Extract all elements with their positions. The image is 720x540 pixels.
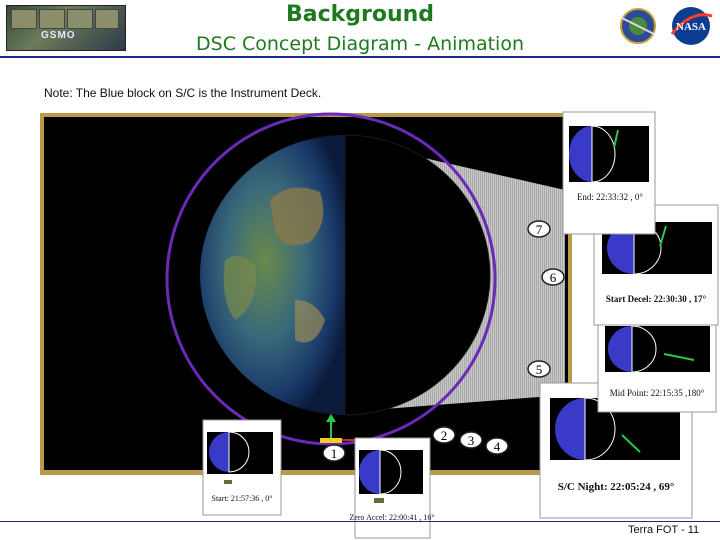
marker-label: 7 — [536, 222, 543, 237]
marker-label: 5 — [536, 362, 543, 377]
marker-label: 3 — [468, 433, 475, 448]
inset-label: Start Decel: 22:30:30 , 17° — [606, 294, 707, 304]
spacecraft-icon — [224, 480, 232, 484]
inset-label: Start: 21:57:36 , 0° — [212, 494, 273, 503]
inset-label: End: 22:33:32 , 0° — [577, 192, 643, 202]
dsc-concept-diagram: 1 2 3 4 5 6 7 Start: 21:57:36 , 0° Zero … — [40, 111, 719, 539]
marker-label: 1 — [331, 446, 338, 461]
footer-rule — [0, 521, 720, 522]
spacecraft-icon — [320, 438, 342, 443]
footer-page-label: Terra FOT - 11 — [628, 524, 700, 536]
position-marker-3: 3 — [459, 431, 483, 449]
position-marker-7: 7 — [527, 220, 551, 238]
position-marker-6: 6 — [541, 268, 565, 286]
position-marker-2: 2 — [432, 426, 456, 444]
spacecraft-icon — [374, 498, 384, 503]
marker-label: 4 — [494, 439, 501, 454]
marker-label: 6 — [550, 270, 557, 285]
inset-start: Start: 21:57:36 , 0° — [202, 419, 282, 516]
inset-zero-accel: Zero Accel: 22:00:41 , 16° — [349, 437, 435, 539]
position-marker-5: 5 — [527, 360, 551, 378]
inset-label: S/C Night: 22:05:24 , 69° — [558, 481, 675, 493]
position-marker-1: 1 — [322, 444, 346, 462]
inset-mid-point: Mid Point: 22:15:35 ,180° — [597, 321, 717, 413]
inset-end: End: 22:33:32 , 0° — [562, 111, 656, 235]
inset-label: Mid Point: 22:15:35 ,180° — [610, 388, 705, 398]
position-marker-4: 4 — [485, 437, 509, 455]
marker-label: 2 — [441, 428, 448, 443]
